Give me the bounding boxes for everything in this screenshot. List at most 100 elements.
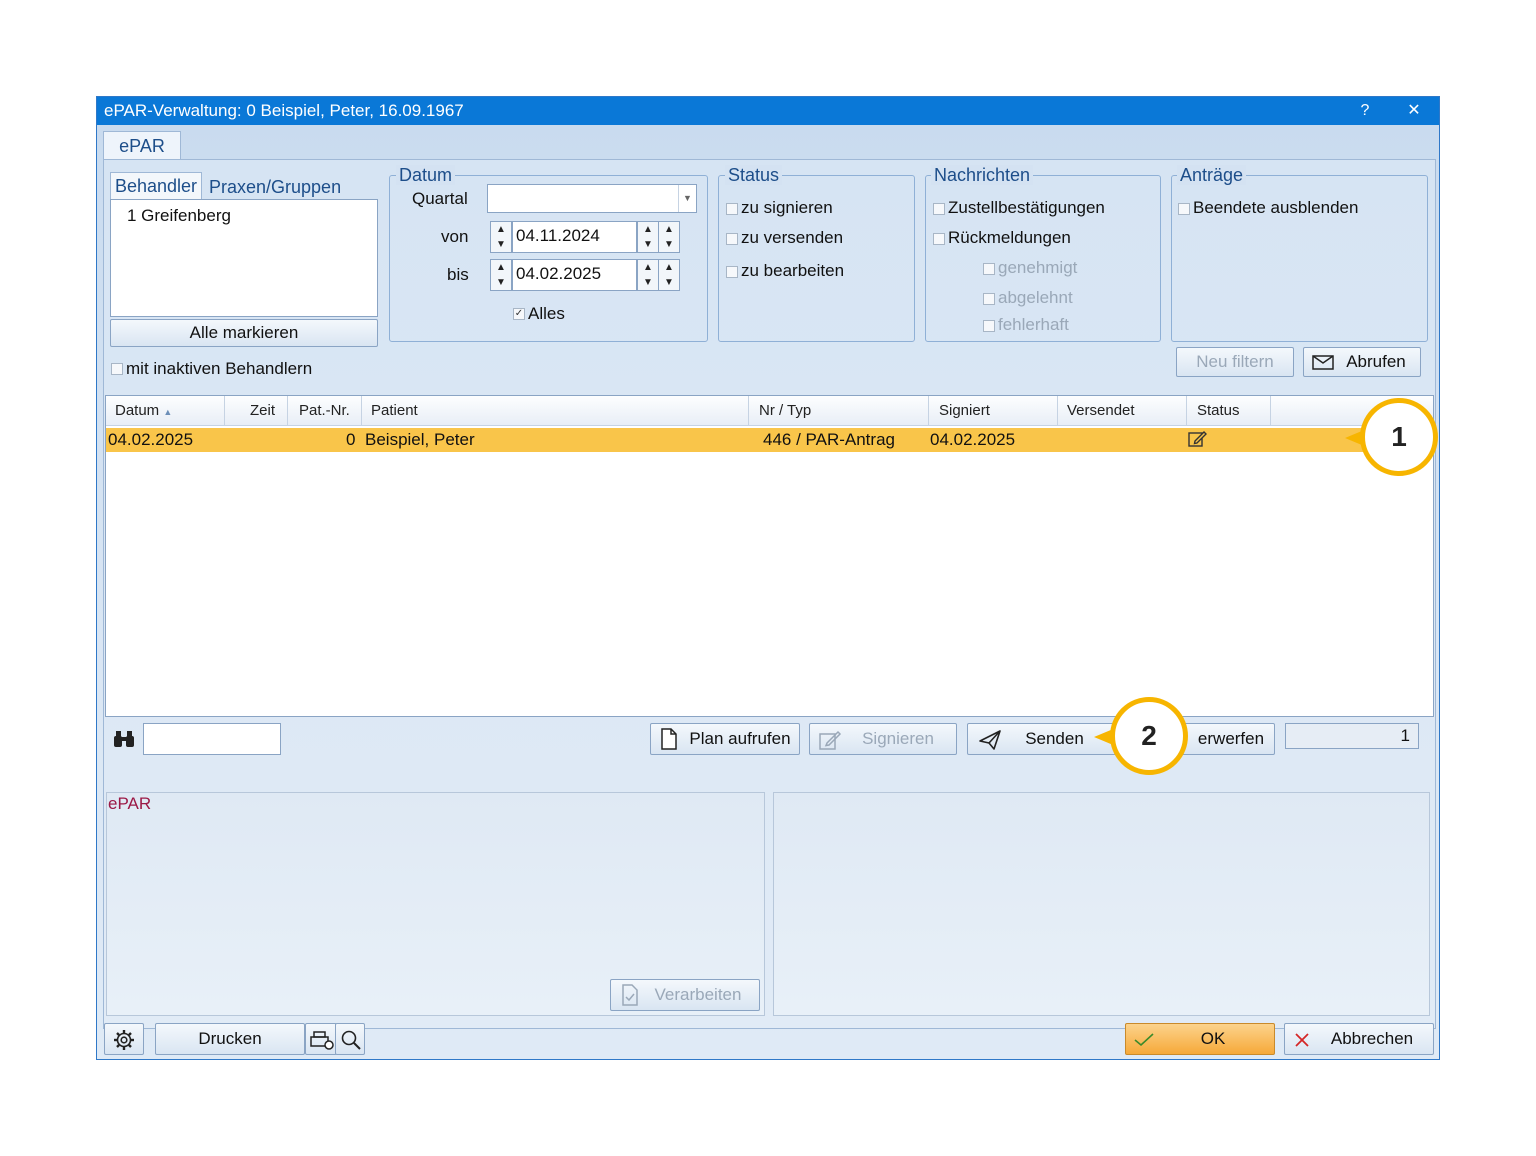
sort-ascending-icon: ▲ — [163, 407, 173, 417]
quartal-select[interactable]: ▼ — [487, 184, 697, 213]
fehlerhaft-label: fehlerhaft — [998, 315, 1069, 334]
genehmigt-label: genehmigt — [998, 258, 1078, 277]
column-separator[interactable] — [748, 396, 749, 426]
plan-aufrufen-label: Plan aufrufen — [689, 729, 791, 748]
bis-year-spinner[interactable]: ▲ ▼ — [658, 259, 680, 291]
help-button[interactable]: ? — [1350, 97, 1380, 125]
chevron-down-icon[interactable]: ▼ — [678, 185, 696, 212]
rueckmeldungen-label: Rückmeldungen — [948, 228, 1071, 247]
ok-button[interactable]: OK — [1125, 1023, 1275, 1055]
zustellbestaetigungen-checkbox[interactable] — [933, 203, 945, 215]
ok-label: OK — [1200, 1029, 1226, 1048]
bis-month-spinner[interactable]: ▲ ▼ — [637, 259, 659, 291]
down-arrow-icon[interactable]: ▼ — [659, 275, 679, 290]
abrufen-label: Abrufen — [1346, 352, 1406, 371]
rueckmeldungen-checkbox[interactable] — [933, 233, 945, 245]
column-nr-typ[interactable]: Nr / Typ — [759, 396, 811, 426]
down-arrow-icon[interactable]: ▼ — [638, 275, 658, 290]
checkmark-icon — [1134, 1033, 1154, 1047]
behandler-list[interactable]: 1 Greifenberg — [110, 199, 378, 317]
verarbeiten-label: Verarbeiten — [654, 985, 742, 1004]
von-month-spinner[interactable]: ▲ ▼ — [637, 221, 659, 253]
von-year-spinner[interactable]: ▲ ▼ — [658, 221, 680, 253]
column-zeit[interactable]: Zeit — [250, 396, 275, 426]
senden-label: Senden — [1025, 729, 1084, 748]
abbrechen-label: Abbrechen — [1330, 1029, 1414, 1048]
zu-signieren-checkbox[interactable] — [726, 203, 738, 215]
plan-aufrufen-button[interactable]: Plan aufrufen — [650, 723, 800, 755]
printer-settings-icon — [310, 1031, 334, 1050]
down-arrow-icon[interactable]: ▼ — [638, 237, 658, 252]
column-separator[interactable] — [1270, 396, 1271, 426]
settings-button[interactable] — [104, 1023, 144, 1055]
down-arrow-icon[interactable]: ▼ — [491, 275, 511, 290]
document-icon — [661, 728, 677, 750]
drucken-button[interactable]: Drucken — [155, 1023, 305, 1055]
callout-marker-2: 2 — [1110, 697, 1188, 775]
cell-patient: Beispiel, Peter — [365, 430, 475, 449]
quartal-label: Quartal — [412, 189, 468, 208]
tab-behandler[interactable]: Behandler — [110, 172, 202, 200]
up-arrow-icon[interactable]: ▲ — [659, 222, 679, 237]
verarbeiten-button[interactable]: Verarbeiten — [610, 979, 760, 1011]
up-arrow-icon[interactable]: ▲ — [491, 260, 511, 275]
signieren-button[interactable]: Signieren — [809, 723, 957, 755]
list-item[interactable]: 1 Greifenberg — [127, 203, 231, 229]
neu-filtern-button[interactable]: Neu filtern — [1176, 347, 1294, 377]
bis-day-spinner[interactable]: ▲ ▼ — [490, 259, 512, 291]
abgelehnt-label: abgelehnt — [998, 288, 1073, 307]
callout-marker-1: 1 — [1360, 398, 1438, 476]
up-arrow-icon[interactable]: ▲ — [491, 222, 511, 237]
tab-epar[interactable]: ePAR — [103, 131, 181, 161]
column-separator[interactable] — [1057, 396, 1058, 426]
close-button[interactable]: ✕ — [1399, 97, 1429, 125]
genehmigt-checkbox[interactable] — [983, 263, 995, 275]
column-pat-nr[interactable]: Pat.-Nr. — [299, 396, 350, 426]
column-status[interactable]: Status — [1197, 396, 1240, 426]
column-separator[interactable] — [361, 396, 362, 426]
column-separator[interactable] — [928, 396, 929, 426]
zu-signieren-label: zu signieren — [741, 198, 833, 217]
column-datum[interactable]: Datum ▲ — [115, 396, 172, 427]
column-patient[interactable]: Patient — [371, 396, 418, 426]
up-arrow-icon[interactable]: ▲ — [638, 260, 658, 275]
bis-date-input[interactable]: 04.02.2025 — [512, 259, 637, 291]
alles-checkbox[interactable]: ✓ — [513, 308, 525, 320]
table-row[interactable]: 04.02.2025 0 Beispiel, Peter 446 / PAR-A… — [106, 428, 1433, 452]
abgelehnt-checkbox[interactable] — [983, 293, 995, 305]
mit-inaktiven-checkbox[interactable] — [111, 363, 123, 375]
magnifier-icon — [341, 1030, 361, 1050]
down-arrow-icon[interactable]: ▼ — [659, 237, 679, 252]
antraege-legend: Anträge — [1177, 165, 1247, 185]
abrufen-button[interactable]: Abrufen — [1303, 347, 1421, 377]
down-arrow-icon[interactable]: ▼ — [491, 237, 511, 252]
title-bar: ePAR-Verwaltung: 0 Beispiel, Peter, 16.0… — [97, 97, 1439, 125]
edit-icon[interactable] — [1187, 429, 1207, 449]
cell-nr-typ: 446 / PAR-Antrag — [763, 430, 895, 449]
column-signiert[interactable]: Signiert — [939, 396, 990, 426]
alle-markieren-button[interactable]: Alle markieren — [110, 319, 378, 347]
von-date-input[interactable]: 04.11.2024 — [512, 221, 637, 253]
column-separator[interactable] — [287, 396, 288, 426]
tab-praxen-gruppen[interactable]: Praxen/Gruppen — [209, 175, 341, 199]
binoculars-icon[interactable] — [112, 729, 136, 749]
cell-signiert: 04.02.2025 — [930, 430, 1016, 449]
abbrechen-button[interactable]: Abbrechen — [1284, 1023, 1434, 1055]
sign-pen-icon — [819, 730, 842, 750]
print-preview-button[interactable] — [335, 1023, 365, 1055]
von-day-spinner[interactable]: ▲ ▼ — [490, 221, 512, 253]
search-input[interactable] — [143, 723, 281, 755]
column-separator[interactable] — [1186, 396, 1187, 426]
column-separator[interactable] — [224, 396, 225, 426]
zu-versenden-checkbox[interactable] — [726, 233, 738, 245]
zu-versenden-label: zu versenden — [741, 228, 844, 247]
fehlerhaft-checkbox[interactable] — [983, 320, 995, 332]
cell-pat-nr: 0 — [346, 430, 356, 449]
print-settings-button[interactable] — [305, 1023, 337, 1055]
beendete-ausblenden-checkbox[interactable] — [1178, 203, 1190, 215]
up-arrow-icon[interactable]: ▲ — [659, 260, 679, 275]
document-check-icon — [622, 984, 638, 1006]
up-arrow-icon[interactable]: ▲ — [638, 222, 658, 237]
column-versendet[interactable]: Versendet — [1067, 396, 1135, 426]
zu-bearbeiten-checkbox[interactable] — [726, 266, 738, 278]
